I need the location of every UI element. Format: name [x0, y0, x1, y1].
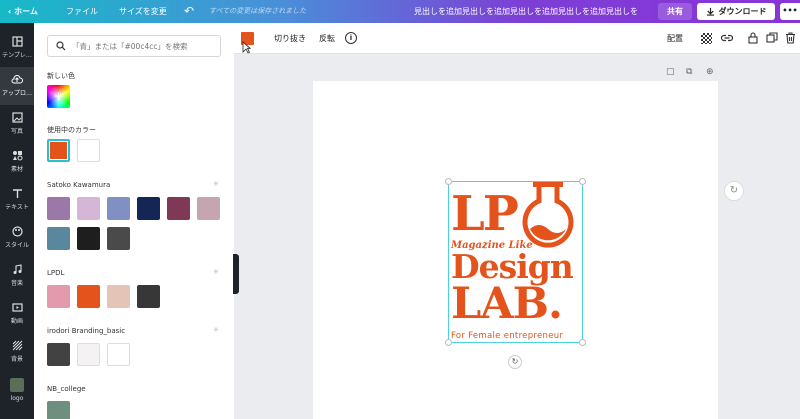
star-icon[interactable]: ✳ — [213, 326, 219, 334]
link-icon[interactable] — [720, 32, 734, 44]
color-swatch[interactable] — [77, 227, 100, 250]
style-icon — [11, 226, 23, 237]
color-swatch[interactable] — [137, 197, 160, 220]
rail-label: テンプレ… — [2, 52, 32, 59]
palette-name: NB_college — [47, 385, 86, 393]
background-icon — [12, 340, 22, 351]
selection-box[interactable] — [448, 181, 583, 343]
trash-icon[interactable] — [785, 32, 796, 44]
download-label: ダウンロード — [718, 7, 767, 16]
search-icon — [56, 41, 66, 51]
rail-item-text[interactable]: テキスト — [0, 181, 34, 219]
rail-item-music[interactable]: 音楽 — [0, 257, 34, 295]
rail-item-template[interactable]: テンプレ… — [0, 29, 34, 67]
transparency-icon[interactable] — [701, 33, 712, 44]
plus-icon: + — [53, 89, 64, 103]
video-icon — [11, 303, 23, 312]
download-icon — [706, 7, 714, 16]
context-toolbar: 切り抜き 反転 i 配置 — [234, 23, 800, 54]
color-swatch[interactable] — [47, 139, 70, 162]
rail-label: スタイル — [4, 242, 29, 249]
color-swatch[interactable] — [47, 197, 70, 220]
rail-item-upload[interactable]: アップロ… — [0, 67, 34, 105]
in-use-heading: 使用中のカラー — [47, 126, 96, 134]
rail-label: 動画 — [10, 318, 23, 325]
palette-name: LPDL — [47, 269, 65, 277]
more-button[interactable]: ••• — [780, 3, 800, 20]
color-swatch[interactable] — [47, 401, 70, 419]
crop-button[interactable]: 切り抜き — [274, 23, 306, 54]
info-icon[interactable]: i — [345, 32, 357, 44]
document-title[interactable]: 見出しを追加見出しを追加見出しを追加見出しを追加見出しを — [414, 0, 642, 23]
rail-item-video[interactable]: 動画 — [0, 295, 34, 333]
resize-handle[interactable] — [445, 178, 452, 185]
color-swatch[interactable] — [77, 343, 100, 366]
color-swatch[interactable] — [107, 343, 130, 366]
resize-menu[interactable]: サイズを変更 — [119, 0, 167, 23]
save-status: すべての変更は保存されました — [209, 7, 307, 15]
rail-item-elements[interactable]: 素材 — [0, 143, 34, 181]
color-swatch[interactable] — [47, 227, 70, 250]
rail-item-background[interactable]: 背景 — [0, 333, 34, 371]
copy-page-icon[interactable]: ⧉ — [686, 67, 692, 77]
rail-label: テキスト — [5, 204, 29, 211]
note-icon[interactable]: ▢ — [666, 67, 675, 77]
color-swatch[interactable] — [77, 285, 100, 308]
rail-label: 背景 — [10, 356, 23, 363]
position-button[interactable]: 配置 — [667, 23, 683, 54]
logo-thumb — [10, 378, 24, 392]
rail-label: 音楽 — [10, 280, 23, 287]
color-search[interactable] — [47, 35, 221, 57]
color-panel: 新しい色 + 使用中のカラー Satoko Kawamura ✳ LPDL ✳ … — [34, 23, 234, 419]
elements-icon — [12, 151, 22, 161]
upload-icon — [11, 74, 23, 84]
rail-label: 素材 — [10, 166, 23, 173]
rail-item-logo[interactable]: logo — [0, 371, 34, 409]
text-icon — [12, 189, 22, 198]
color-swatch[interactable] — [77, 197, 100, 220]
color-swatch[interactable] — [107, 285, 130, 308]
palette-name: Satoko Kawamura — [47, 181, 111, 189]
top-bar: ‹ ホーム ファイル サイズを変更 ↶ すべての変更は保存されました 見出しを追… — [0, 0, 800, 23]
palette-name: irodori Branding_basic — [47, 327, 126, 335]
refresh-icon[interactable]: ↻ — [724, 181, 744, 201]
search-input[interactable] — [72, 41, 212, 51]
color-swatch[interactable] — [107, 197, 130, 220]
add-page-icon[interactable]: ⊕ — [706, 67, 714, 77]
rail-label: アップロ… — [1, 90, 32, 97]
home-label: ホーム — [14, 7, 38, 16]
undo-icon[interactable]: ↶ — [184, 0, 194, 23]
rail-item-photo[interactable]: 写真 — [0, 105, 34, 143]
rail-label: 写真 — [10, 128, 23, 135]
add-color-button[interactable]: + — [47, 85, 70, 108]
template-icon — [11, 36, 23, 47]
resize-handle[interactable] — [579, 178, 586, 185]
rail-item-style[interactable]: スタイル — [0, 219, 34, 257]
download-button[interactable]: ダウンロード — [697, 3, 775, 20]
rail-label: logo — [10, 395, 24, 402]
cursor-icon — [242, 41, 251, 54]
resize-handle[interactable] — [579, 339, 586, 346]
color-swatch[interactable] — [167, 197, 190, 220]
star-icon[interactable]: ✳ — [213, 180, 219, 188]
new-color-heading: 新しい色 — [47, 72, 75, 80]
star-icon[interactable]: ✳ — [213, 268, 219, 276]
resize-handle[interactable] — [445, 339, 452, 346]
color-swatch[interactable] — [47, 285, 70, 308]
share-button[interactable]: 共有 — [658, 3, 692, 20]
color-swatch[interactable] — [47, 343, 70, 366]
music-icon — [13, 264, 22, 274]
color-swatch[interactable] — [137, 285, 160, 308]
color-swatch[interactable] — [77, 139, 100, 162]
sidebar-rail: テンプレ… アップロ… 写真 素材 テキスト スタイル 音楽 動画 背景 log… — [0, 23, 34, 419]
color-swatch[interactable] — [197, 197, 220, 220]
home-button[interactable]: ‹ ホーム — [8, 0, 38, 23]
duplicate-icon[interactable] — [766, 32, 778, 44]
rotate-handle[interactable]: ↻ — [508, 355, 522, 369]
color-swatch[interactable] — [107, 227, 130, 250]
file-menu[interactable]: ファイル — [66, 0, 98, 23]
photo-icon — [11, 112, 23, 123]
lock-icon[interactable] — [748, 32, 758, 44]
flip-button[interactable]: 反転 — [319, 23, 335, 54]
